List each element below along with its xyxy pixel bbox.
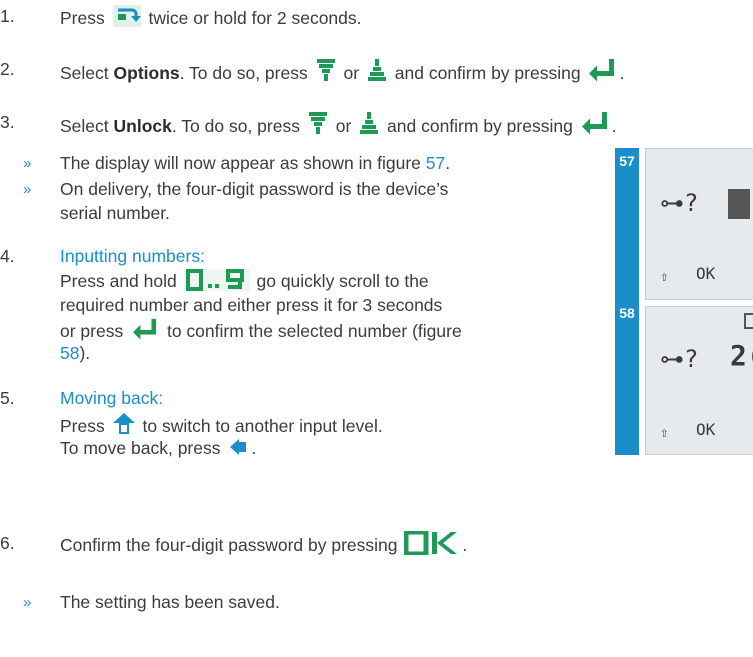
figure-58: 58 ⊶? 2( ⇧ OK	[615, 300, 753, 455]
enter-key-icon	[130, 317, 160, 341]
figure-number: 58	[619, 305, 635, 321]
bullet-delivery-cont: serial number.	[60, 203, 170, 223]
shift-up-key-icon	[112, 412, 136, 436]
figure-label-bar	[615, 300, 639, 455]
key-question-symbol: ⊶?	[660, 345, 699, 373]
cursor-block	[728, 189, 750, 219]
up-key-icon	[358, 110, 380, 136]
step-number: 4.	[0, 246, 15, 266]
step-number: 6.	[0, 533, 15, 553]
ok-softkey: OK	[696, 420, 716, 439]
entered-digits: 2(	[730, 339, 753, 372]
step-4-line-3: or press to confirm the selected number …	[60, 317, 462, 344]
figure-57: 57 ⊶? ⇧ OK	[615, 148, 753, 300]
step-5-line-2: To move back, press .	[60, 436, 257, 458]
step-number: 3.	[0, 112, 15, 132]
key-question-symbol: ⊶?	[660, 189, 699, 217]
lcd-screen: ⊶? 2( ⇧ OK	[645, 306, 753, 455]
bullet-marker: »	[23, 181, 32, 198]
bullet-marker: »	[23, 594, 32, 611]
step-number: 5.	[0, 388, 15, 408]
step-4-line-4: 58).	[60, 343, 91, 363]
battery-icon	[744, 313, 753, 329]
enter-key-icon	[587, 57, 617, 83]
step-4-line-2: required number and either press it for …	[60, 295, 443, 315]
shift-softkey-icon: ⇧	[660, 269, 669, 285]
step-number: 2.	[0, 59, 15, 79]
ok-key-icon	[404, 531, 460, 555]
figure-label-bar	[615, 148, 639, 300]
step-number: 1.	[0, 6, 15, 26]
step-4-line-1: Press and hold go quickly scroll to the	[60, 269, 429, 291]
unlock-label: Unlock	[113, 116, 172, 136]
down-key-icon	[315, 57, 337, 83]
figure-number: 57	[619, 153, 635, 169]
enter-key-icon	[580, 110, 610, 136]
down-key-icon	[307, 110, 329, 136]
step-5-heading: Moving back:	[60, 388, 164, 408]
figure-58-link[interactable]: 58	[60, 343, 79, 363]
options-label: Options	[113, 63, 180, 83]
shift-softkey-icon: ⇧	[660, 425, 669, 441]
bullet-marker: »	[23, 155, 32, 172]
ok-softkey: OK	[696, 264, 716, 283]
lcd-screen: ⊶? ⇧ OK	[645, 148, 753, 300]
figure-57-link[interactable]: 57	[426, 153, 445, 173]
back-key-icon	[227, 436, 249, 458]
step-4-heading: Inputting numbers:	[60, 246, 205, 266]
step-5-line-1: Press to switch to another input level.	[60, 412, 383, 439]
redial-key-icon	[112, 4, 142, 28]
up-key-icon	[366, 57, 388, 83]
digit-keys-icon	[183, 269, 250, 291]
